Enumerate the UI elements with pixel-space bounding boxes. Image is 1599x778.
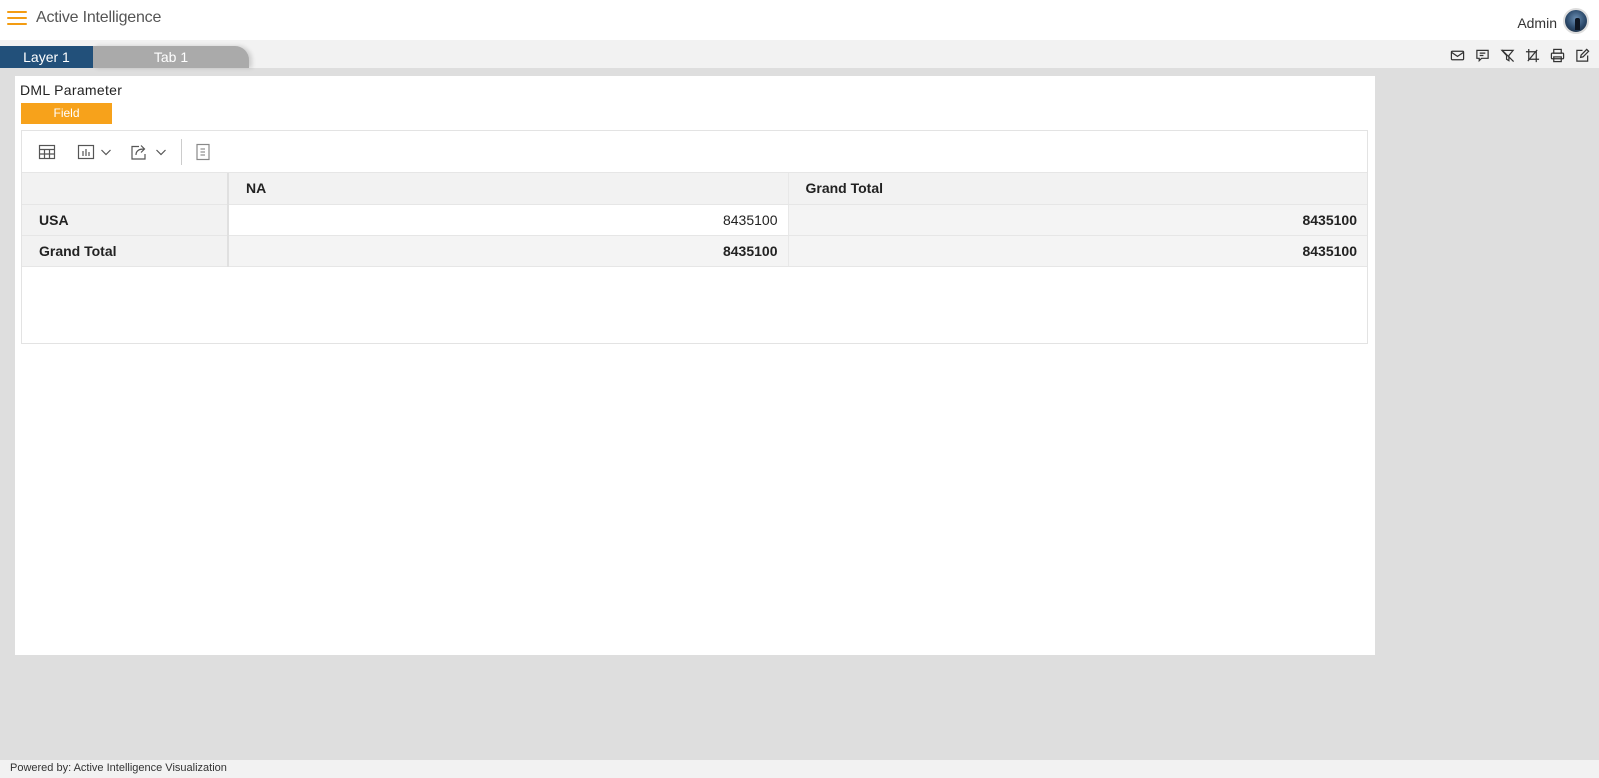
formula-icon[interactable]	[195, 143, 211, 161]
tab-bar: Layer 1 Tab 1	[0, 40, 1599, 68]
chevron-down-icon	[101, 149, 111, 156]
app-title: Active Intelligence	[36, 9, 162, 26]
row-header-usa[interactable]: USA	[22, 204, 229, 236]
table-icon[interactable]	[38, 143, 56, 161]
corner-header	[22, 173, 229, 205]
tab-layer-1[interactable]: Layer 1	[0, 46, 93, 68]
export-icon	[131, 145, 146, 160]
panel-title: DML Parameter	[20, 82, 123, 98]
dashboard-toolbar	[1449, 47, 1591, 63]
cell-value: 8435100	[228, 204, 788, 236]
row-header-grand-total: Grand Total	[22, 235, 229, 267]
app-header: Active Intelligence Admin	[0, 0, 1599, 40]
cell-value: 8435100	[787, 204, 1367, 236]
user-name[interactable]: Admin	[1517, 15, 1557, 31]
dml-parameter-panel: DML Parameter Field NA Grand Total USA 8…	[15, 76, 1375, 655]
table-header-row: NA Grand Total	[22, 173, 1367, 205]
table-row: Grand Total 8435100 8435100	[22, 235, 1367, 267]
comment-icon[interactable]	[1474, 47, 1491, 63]
cell-value: 8435100	[787, 235, 1367, 267]
chevron-down-icon	[156, 149, 166, 156]
avatar[interactable]	[1563, 8, 1589, 34]
print-icon[interactable]	[1549, 47, 1566, 63]
crop-icon[interactable]	[1524, 47, 1541, 63]
pivot-table: NA Grand Total USA 8435100 8435100 Grand…	[22, 173, 1367, 267]
table-row: USA 8435100 8435100	[22, 204, 1367, 236]
mail-icon[interactable]	[1449, 47, 1466, 63]
user-menu[interactable]: Admin	[1517, 8, 1589, 34]
chart-icon	[77, 144, 95, 160]
field-button[interactable]: Field	[21, 103, 112, 124]
toolbar-separator	[181, 139, 182, 165]
export-dropdown[interactable]	[130, 143, 167, 161]
tab-1[interactable]: Tab 1	[93, 46, 249, 68]
cell-value: 8435100	[228, 235, 788, 267]
pivot-grid: NA Grand Total USA 8435100 8435100 Grand…	[21, 130, 1368, 344]
column-header-grand-total[interactable]: Grand Total	[787, 173, 1367, 205]
hamburger-menu-icon[interactable]	[7, 11, 27, 27]
clear-filter-icon[interactable]	[1499, 47, 1516, 63]
edit-icon[interactable]	[1574, 47, 1591, 63]
footer: Powered by: Active Intelligence Visualiz…	[0, 760, 1599, 778]
grid-toolbar	[22, 131, 1367, 173]
column-header-na[interactable]: NA	[228, 173, 788, 205]
chart-type-dropdown[interactable]	[77, 143, 112, 161]
